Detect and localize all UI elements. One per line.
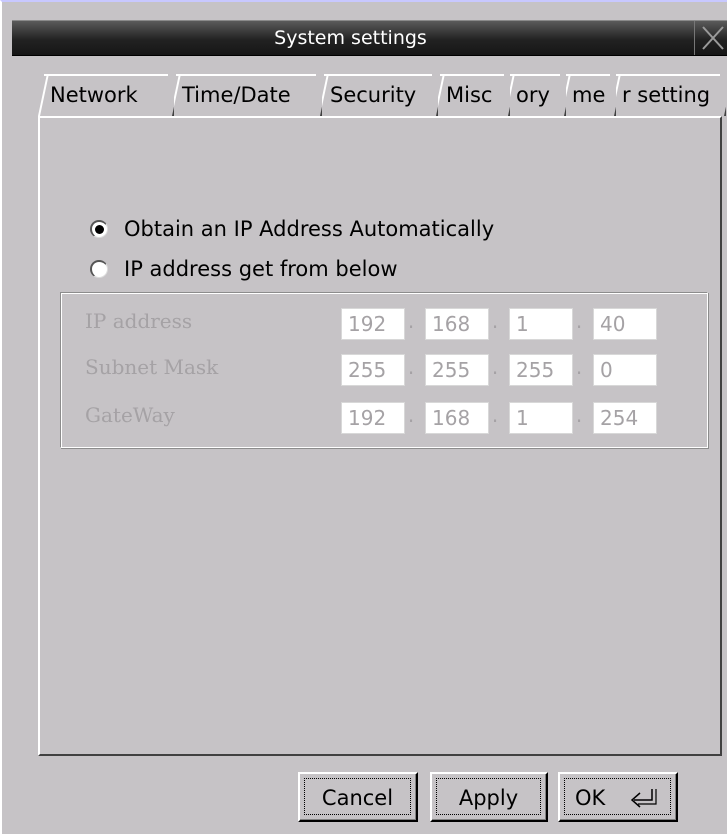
network-panel: Obtain an IP Address Automatically IP ad… [38,116,722,756]
ip-settings-group: IP address 192 . 168 . 1 . 40 Subnet Mas… [60,292,708,448]
close-button[interactable] [694,21,727,55]
tab-memory[interactable]: ory [504,74,566,116]
tab-network[interactable]: Network [38,74,174,116]
radio-manual-address[interactable]: IP address get from below [90,254,550,284]
octet-separator: . [491,403,499,427]
tab-label: Network [50,83,138,107]
radio-obtain-automatically[interactable]: Obtain an IP Address Automatically [90,214,650,244]
tab-label: Misc [446,83,493,107]
window-title: System settings [274,27,427,49]
tab-label: ory [516,83,550,107]
octet-separator: . [575,403,583,427]
tab-label: r setting [622,83,711,107]
radio-button[interactable] [90,220,108,238]
radio-label: Obtain an IP Address Automatically [124,217,495,241]
radio-label: IP address get from below [124,257,398,281]
octet-separator: . [575,309,583,333]
subnet-mask-label: Subnet Mask [85,355,219,379]
tab-security[interactable]: Security [318,74,438,116]
apply-button-label: Apply [436,778,541,815]
tab-bar: Network Time/Date Security Misc ory me r… [38,74,727,118]
tab-label: me [572,83,606,107]
enter-icon [630,789,657,808]
octet-separator: . [575,355,583,379]
gateway-octet-1[interactable]: 192 [341,402,405,434]
octet-separator: . [407,309,415,333]
ip-address-octet-2[interactable]: 168 [425,308,489,340]
ip-address-label: IP address [85,309,193,333]
octet-separator: . [491,355,499,379]
gateway-label: GateWay [85,403,175,427]
subnet-mask-row: Subnet Mask 255 . 255 . 255 . 0 [61,351,707,387]
gateway-octet-4[interactable]: 254 [593,402,657,434]
subnet-mask-octet-1[interactable]: 255 [341,354,405,386]
tab-misc[interactable]: Misc [434,74,510,116]
tab-label: Time/Date [182,83,291,107]
octet-separator: . [407,403,415,427]
tab-label: Security [330,83,417,107]
gateway-octet-2[interactable]: 168 [425,402,489,434]
gateway-row: GateWay 192 . 168 . 1 . 254 [61,399,707,435]
radio-button[interactable] [90,260,108,278]
octet-separator: . [491,309,499,333]
cancel-button[interactable]: Cancel [298,772,418,822]
system-settings-window: System settings Network Time/Date Securi… [0,0,727,834]
close-icon [702,26,724,50]
cancel-button-label: Cancel [304,778,411,815]
ip-address-row: IP address 192 . 168 . 1 . 40 [61,305,707,341]
ok-button[interactable]: OK [558,772,678,822]
ip-address-octet-1[interactable]: 192 [341,308,405,340]
tab-time-me[interactable]: me [560,74,616,116]
ok-button-label: OK [575,786,606,810]
apply-button[interactable]: Apply [430,772,548,822]
octet-separator: . [407,355,415,379]
ip-address-octet-4[interactable]: 40 [593,308,657,340]
subnet-mask-octet-4[interactable]: 0 [593,354,657,386]
radio-dot [95,225,104,234]
tab-user-setting[interactable]: r setting [610,74,726,116]
tab-time-date[interactable]: Time/Date [170,74,322,116]
subnet-mask-octet-2[interactable]: 255 [425,354,489,386]
subnet-mask-octet-3[interactable]: 255 [509,354,573,386]
title-bar[interactable]: System settings [12,20,727,56]
ip-address-octet-3[interactable]: 1 [509,308,573,340]
gateway-octet-3[interactable]: 1 [509,402,573,434]
